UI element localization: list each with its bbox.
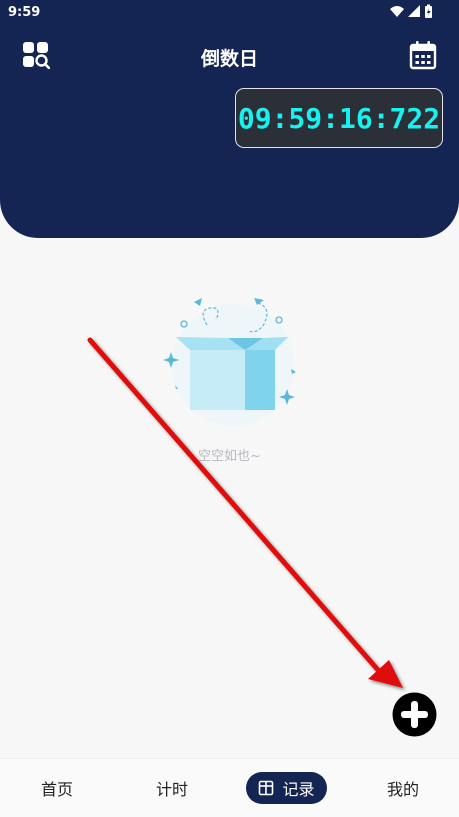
tab-home[interactable]: 首页 (20, 759, 94, 817)
header: 9:59 倒数日 09:59:16:722 (0, 0, 459, 238)
record-icon (259, 780, 274, 796)
empty-state-text: 空空如也~ (198, 449, 261, 464)
empty-box-illustration (150, 290, 310, 430)
tab-timer[interactable]: 计时 (135, 759, 209, 817)
tab-mine[interactable]: 我的 (366, 759, 440, 817)
status-time: 9:59 (8, 5, 41, 20)
wifi-icon (390, 6, 404, 17)
calendar-icon[interactable] (409, 40, 437, 70)
battery-icon (425, 4, 432, 18)
countdown-timer: 09:59:16:722 (235, 88, 443, 148)
tab-records[interactable]: 记录 (246, 772, 327, 804)
add-button[interactable] (392, 692, 437, 737)
signal-icon (408, 5, 420, 17)
tab-records-label: 记录 (282, 780, 315, 799)
status-icons (389, 4, 435, 24)
status-bar: 9:59 (0, 0, 459, 26)
bottom-tab-bar: 首页 计时 记录 我的 (0, 758, 459, 817)
page-title: 倒数日 (200, 48, 258, 70)
